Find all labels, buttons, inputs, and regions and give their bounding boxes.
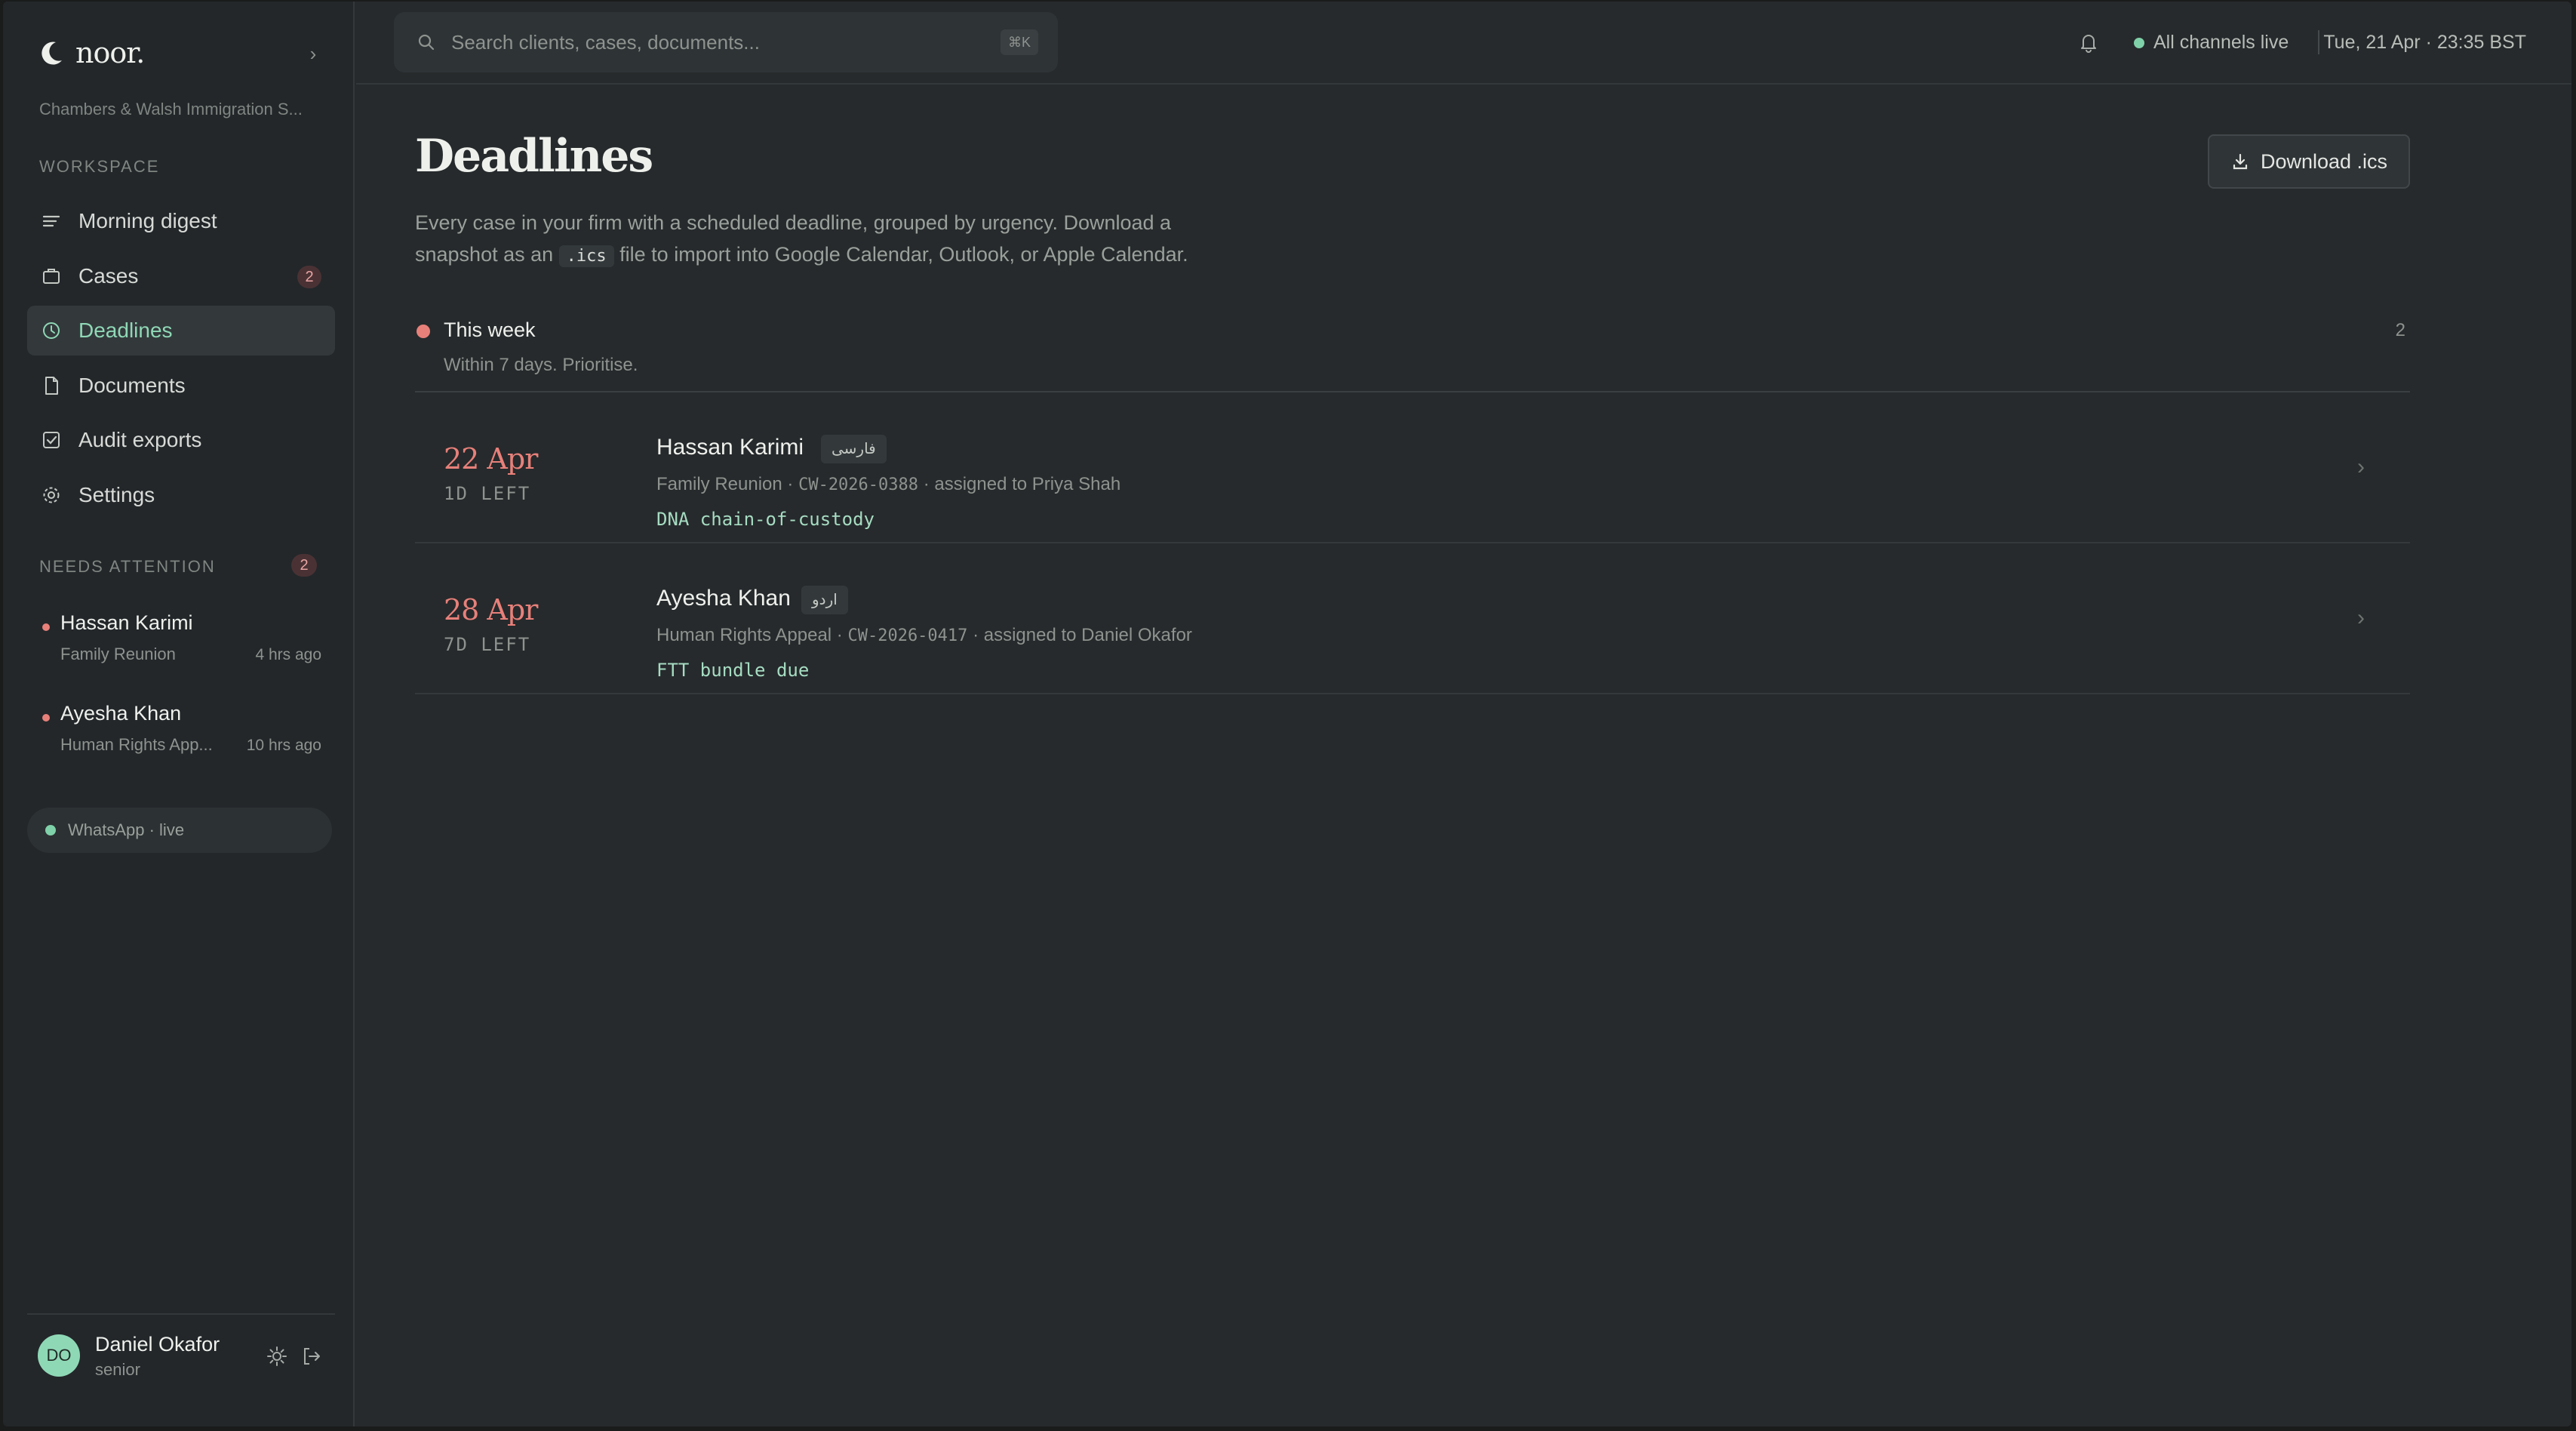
- urgent-dot: [42, 714, 50, 722]
- attention-client-name: Hassan Karimi: [60, 611, 193, 634]
- gear-icon: [43, 487, 60, 503]
- chevron-right-icon: ›: [2357, 454, 2365, 479]
- sidebar-item-deadlines[interactable]: Deadlines: [27, 306, 335, 355]
- download-icon: [2233, 153, 2248, 170]
- deadline-row[interactable]: 28 Apr 7D LEFT Ayesha Khan اردو Human Ri…: [415, 543, 2410, 694]
- divider: [27, 1313, 335, 1315]
- sidebar-item-morning-digest[interactable]: Morning digest: [27, 196, 335, 246]
- needs-attention-count: 2: [291, 554, 317, 577]
- firm-name: Chambers & Walsh Immigration S...: [39, 100, 303, 118]
- deadline-date: 22 Apr: [444, 442, 538, 475]
- document-icon: [45, 377, 58, 395]
- sidebar-item-label: Documents: [78, 374, 186, 397]
- group-count: 2: [2395, 320, 2405, 340]
- page-description: Every case in your firm with a scheduled…: [415, 207, 1245, 272]
- urgent-dot: [42, 623, 50, 631]
- live-status-dot: [2134, 37, 2144, 48]
- sun-icon[interactable]: [266, 1345, 288, 1368]
- deadline-date: 28 Apr: [444, 593, 538, 626]
- sidebar-collapse-button[interactable]: ›: [300, 42, 326, 68]
- user-role: senior: [95, 1360, 140, 1379]
- bell-icon[interactable]: [2076, 30, 2101, 54]
- days-left: 7D LEFT: [444, 634, 531, 655]
- divider: [2318, 30, 2319, 54]
- attention-client-name: Ayesha Khan: [60, 702, 182, 725]
- chevron-right-icon: ›: [309, 42, 317, 65]
- sidebar-item-settings[interactable]: Settings: [27, 470, 335, 520]
- client-name: Hassan Karimi: [656, 435, 804, 460]
- deadline-tag: DNA chain-of-custody: [656, 509, 875, 530]
- sidebar-item-label: Morning digest: [78, 209, 217, 232]
- channels-status[interactable]: All channels live: [2134, 32, 2289, 54]
- attention-case-type: Family Reunion: [60, 645, 176, 663]
- urgency-dot: [417, 325, 430, 338]
- language-badge: اردو: [801, 586, 848, 614]
- brand[interactable]: noor.: [36, 36, 145, 69]
- ics-code-chip: .ics: [558, 245, 614, 267]
- page-title: Deadlines: [415, 130, 653, 183]
- case-id: CW-2026-0417: [847, 626, 968, 645]
- whatsapp-status-text: WhatsApp · live: [68, 820, 185, 839]
- group-subtitle: Within 7 days. Prioritise.: [444, 355, 638, 375]
- search-input[interactable]: [451, 30, 979, 54]
- days-left: 1D LEFT: [444, 483, 531, 504]
- sidebar: noor. › Chambers & Walsh Immigration S..…: [3, 2, 355, 1426]
- language-badge: فارسی: [821, 435, 887, 463]
- live-status-dot: [45, 825, 56, 836]
- case-id: CW-2026-0388: [798, 475, 919, 494]
- brand-name: noor.: [75, 36, 145, 69]
- sidebar-item-label: Settings: [78, 483, 155, 506]
- case-type: Family Reunion ·: [656, 474, 794, 494]
- clock-icon: [43, 322, 60, 339]
- sidebar-item-label: Audit exports: [78, 428, 202, 451]
- download-ics-button[interactable]: Download .ics: [2208, 134, 2410, 189]
- channels-status-text: All channels live: [2153, 32, 2289, 53]
- group-title: This week: [444, 319, 536, 341]
- sidebar-item-documents[interactable]: Documents: [27, 361, 335, 411]
- checkbox-icon: [43, 432, 60, 448]
- sidebar-item-label: Deadlines: [78, 319, 173, 342]
- user-name: Daniel Okafor: [95, 1333, 220, 1356]
- description-text: file to import into Google Calendar, Out…: [619, 243, 1188, 266]
- topbar: ⌘K All channels live Tue, 21 Apr · 23:35…: [356, 2, 2571, 85]
- keyboard-shortcut-hint: ⌘K: [1000, 29, 1038, 55]
- deadline-row[interactable]: 22 Apr 1D LEFT Hassan Karimi فارسی Famil…: [415, 392, 2410, 543]
- case-meta: Family Reunion · CW-2026-0388 · assigned…: [656, 474, 1120, 495]
- attention-time: 10 hrs ago: [246, 737, 321, 754]
- app-window: noor. › Chambers & Walsh Immigration S..…: [3, 2, 2571, 1426]
- avatar[interactable]: DO: [38, 1334, 80, 1377]
- search-icon: [418, 34, 435, 51]
- cases-count-badge: 2: [297, 266, 321, 288]
- moon-logo-icon: [41, 42, 62, 65]
- needs-attention-label: NEEDS ATTENTION: [39, 557, 216, 576]
- case-assignee: · assigned to Daniel Okafor: [973, 625, 1192, 645]
- case-meta: Human Rights Appeal · CW-2026-0417 · ass…: [656, 625, 1192, 646]
- attention-case-type: Human Rights App...: [60, 735, 213, 754]
- chevron-right-icon: ›: [2357, 605, 2365, 630]
- download-label: Download .ics: [2260, 149, 2388, 173]
- search-bar[interactable]: ⌘K: [394, 12, 1058, 72]
- attention-time: 4 hrs ago: [255, 646, 321, 663]
- briefcase-icon: [43, 269, 60, 284]
- sidebar-item-label: Cases: [78, 264, 139, 288]
- logout-icon[interactable]: [300, 1345, 323, 1368]
- deadline-tag: FTT bundle due: [656, 660, 810, 681]
- case-assignee: · assigned to Priya Shah: [923, 474, 1121, 494]
- workspace-label: WORKSPACE: [39, 157, 160, 176]
- lines-icon: [42, 215, 60, 227]
- case-type: Human Rights Appeal ·: [656, 625, 843, 645]
- sidebar-item-cases[interactable]: Cases 2: [27, 251, 335, 301]
- current-datetime: Tue, 21 Apr · 23:35 BST: [2323, 32, 2526, 53]
- client-name: Ayesha Khan: [656, 586, 791, 611]
- sidebar-item-audit-exports[interactable]: Audit exports: [27, 415, 335, 465]
- whatsapp-status-pill[interactable]: WhatsApp · live: [27, 808, 332, 853]
